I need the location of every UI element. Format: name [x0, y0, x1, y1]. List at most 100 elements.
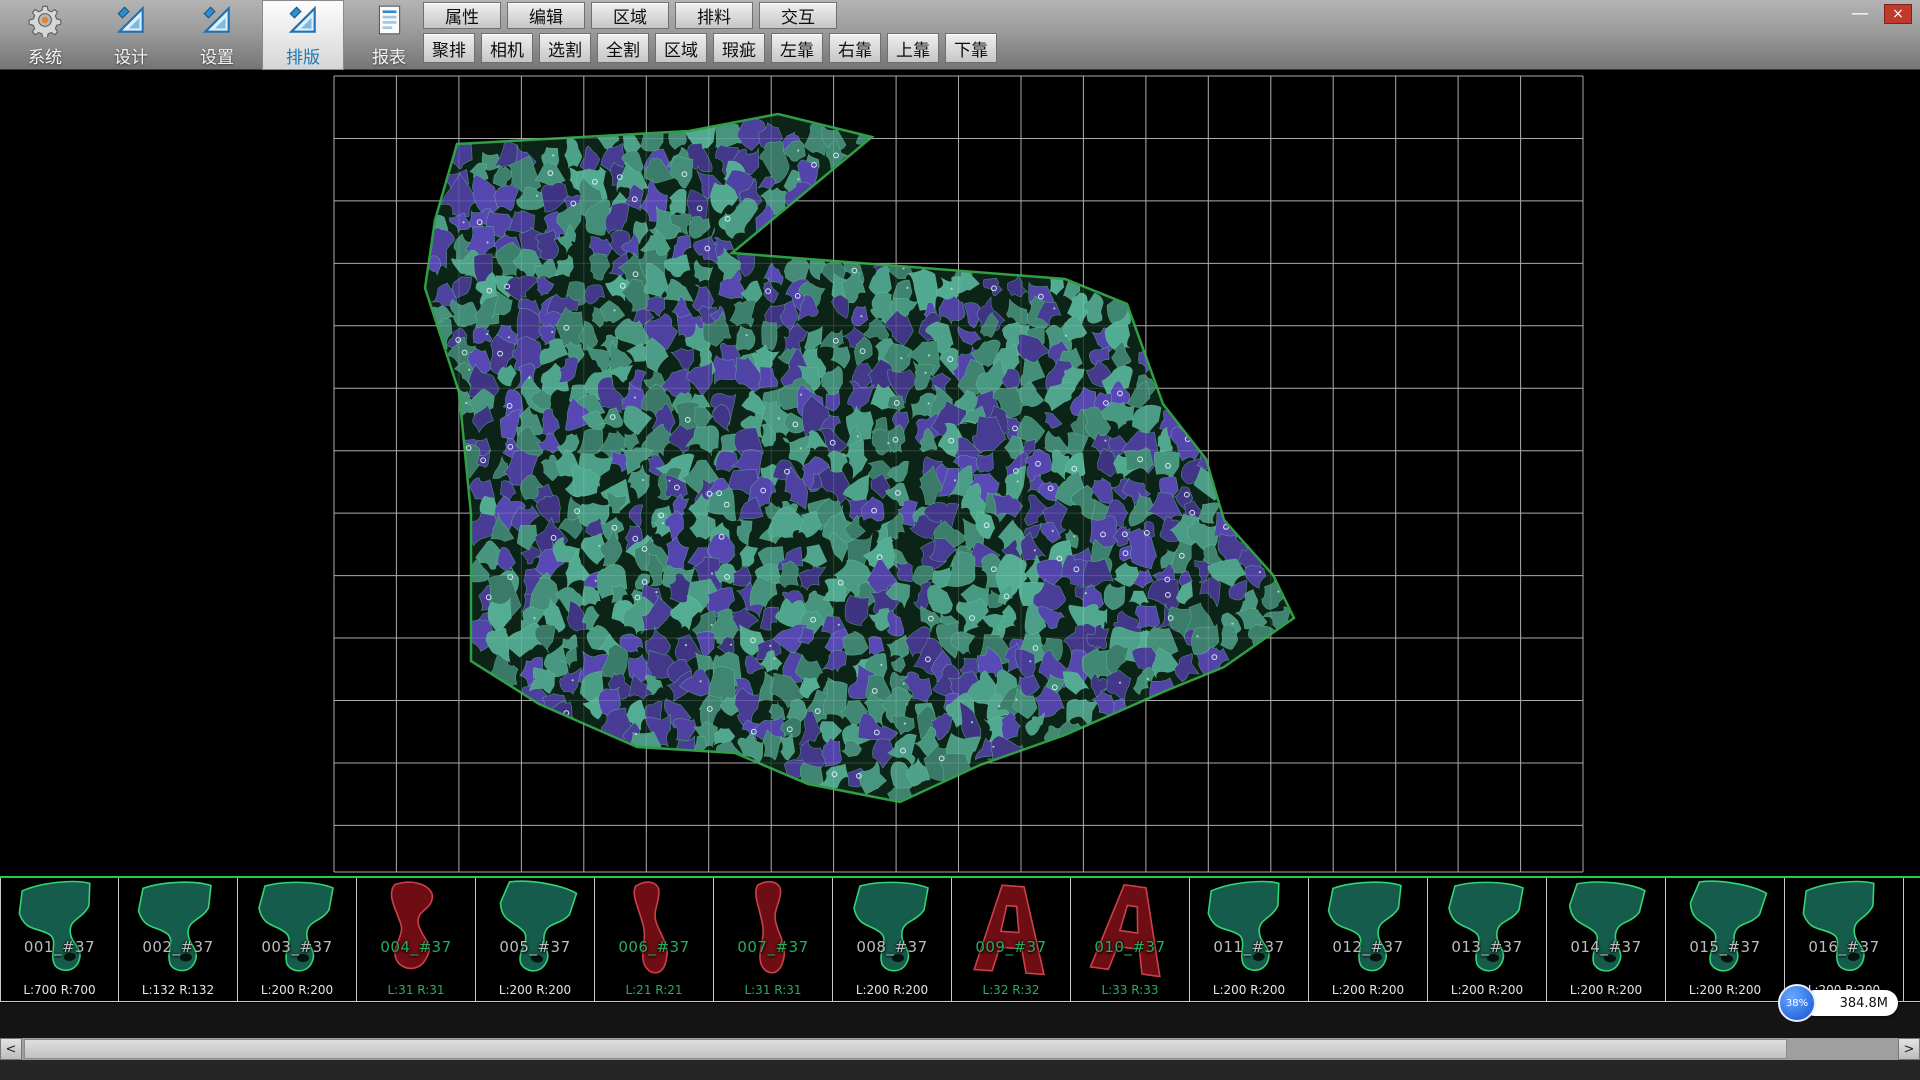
piece-name: 008_#37 — [833, 938, 951, 956]
tool-region-button[interactable]: 区域 — [655, 33, 707, 63]
app-window: 系统设计设置排版报表 属性编辑区域排料交互 聚排相机选割全割区域瑕疵左靠右靠上靠… — [0, 0, 1920, 1080]
piece-lr-count: L:33 R:33 — [1071, 983, 1189, 997]
status-bar — [0, 1003, 1920, 1038]
memory-pill: 384.8M — [1802, 990, 1898, 1016]
report-icon — [372, 3, 406, 41]
piece-name: 006_#37 — [595, 938, 713, 956]
tab-label-settings: 设置 — [200, 43, 234, 68]
tool-cut-all-button[interactable]: 全割 — [597, 33, 649, 63]
nesting-canvas[interactable] — [0, 70, 1920, 876]
design-icon — [114, 3, 148, 41]
piece-thumb-006_#37[interactable]: 006_#37 L:21 R:21 — [595, 878, 714, 1001]
tab-label-design: 设计 — [114, 43, 148, 68]
piece-lr-count: L:132 R:132 — [119, 983, 237, 997]
tool-snap-top-button[interactable]: 上靠 — [887, 33, 939, 63]
scroll-right-button[interactable]: > — [1898, 1038, 1920, 1060]
menus: 属性编辑区域排料交互 聚排相机选割全割区域瑕疵左靠右靠上靠下靠 — [420, 0, 1000, 65]
piece-thumb-001_#37[interactable]: 001_#37 L:700 R:700 — [0, 878, 119, 1001]
piece-lr-count: L:200 R:200 — [1309, 983, 1427, 997]
piece-name: 001_#37 — [1, 938, 118, 956]
tool-camera-button[interactable]: 相机 — [481, 33, 533, 63]
tab-system[interactable]: 系统 — [4, 0, 86, 70]
progress-value: 38% — [1786, 998, 1808, 1009]
menu-properties-button[interactable]: 属性 — [423, 2, 501, 29]
app-tabs: 系统 设计 设置 排版 报表 — [4, 0, 434, 70]
tool-snap-bottom-button[interactable]: 下靠 — [945, 33, 997, 63]
piece-lr-count: L:31 R:31 — [714, 983, 832, 997]
piece-name: 005_#37 — [476, 938, 594, 956]
piece-name: 002_#37 — [119, 938, 237, 956]
piece-lr-count: L:200 R:200 — [1428, 983, 1546, 997]
piece-thumb-008_#37[interactable]: 008_#37 L:200 R:200 — [833, 878, 952, 1001]
piece-thumb-007_#37[interactable]: 007_#37 L:31 R:31 — [714, 878, 833, 1001]
piece-thumb-012_#37[interactable]: 012_#37 L:200 R:200 — [1309, 878, 1428, 1001]
menu-region-button[interactable]: 区域 — [591, 2, 669, 29]
memory-value: 384.8M — [1840, 996, 1888, 1011]
piece-lr-count: L:32 R:32 — [952, 983, 1070, 997]
piece-lr-count: L:700 R:700 — [1, 983, 118, 997]
toolbar: 系统设计设置排版报表 属性编辑区域排料交互 聚排相机选割全割区域瑕疵左靠右靠上靠… — [0, 0, 1920, 70]
close-button[interactable]: × — [1884, 4, 1912, 24]
tab-label-layout: 排版 — [286, 43, 320, 68]
piece-name: 003_#37 — [238, 938, 356, 956]
piece-thumb-011_#37[interactable]: 011_#37 L:200 R:200 — [1190, 878, 1309, 1001]
tab-design[interactable]: 设计 — [90, 0, 172, 70]
piece-thumb-014_#37[interactable]: 014_#37 L:200 R:200 — [1547, 878, 1666, 1001]
tool-defect-button[interactable]: 瑕疵 — [713, 33, 765, 63]
piece-name: 009_#37 — [952, 938, 1070, 956]
piece-name: 004_#37 — [357, 938, 475, 956]
menu-row-1: 属性编辑区域排料交互 — [420, 0, 1000, 31]
window-controls: — × — [1848, 3, 1912, 24]
tool-select-cut-button[interactable]: 选割 — [539, 33, 591, 63]
piece-thumb-013_#37[interactable]: 013_#37 L:200 R:200 — [1428, 878, 1547, 1001]
piece-lr-count: L:200 R:200 — [1190, 983, 1308, 997]
scrollbar-thumb[interactable] — [24, 1039, 1787, 1059]
piece-lr-count: L:31 R:31 — [357, 983, 475, 997]
piece-lr-count: L:200 R:200 — [833, 983, 951, 997]
piece-name: 011_#37 — [1190, 938, 1308, 956]
tab-label-system: 系统 — [28, 43, 62, 68]
piece-name: 013_#37 — [1428, 938, 1546, 956]
piece-thumb-004_#37[interactable]: 004_#37 L:31 R:31 — [357, 878, 476, 1001]
piece-thumb-003_#37[interactable]: 003_#37 L:200 R:200 — [238, 878, 357, 1001]
tab-label-report: 报表 — [372, 43, 406, 68]
menu-edit-button[interactable]: 编辑 — [507, 2, 585, 29]
tab-settings[interactable]: 设置 — [176, 0, 258, 70]
tab-layout[interactable]: 排版 — [262, 0, 344, 70]
piece-thumb-016_#37[interactable]: 016_#37L:200 R:200 — [1785, 878, 1904, 1001]
menu-row-2: 聚排相机选割全割区域瑕疵左靠右靠上靠下靠 — [420, 31, 1000, 65]
piece-name: 015_#37 — [1666, 938, 1784, 956]
piece-thumb-015_#37[interactable]: 015_#37 L:200 R:200 — [1666, 878, 1785, 1001]
window-bottom-edge — [0, 1060, 1920, 1080]
piece-lr-count: L:200 R:200 — [238, 983, 356, 997]
piece-thumb-002_#37[interactable]: 002_#37 L:132 R:132 — [119, 878, 238, 1001]
menu-nesting-button[interactable]: 排料 — [675, 2, 753, 29]
piece-thumb-009_#37[interactable]: 009_#37 L:32 R:32 — [952, 878, 1071, 1001]
piece-lr-count: L:200 R:200 — [476, 983, 594, 997]
pieces-strip: 001_#37L:700 R:700002_#37L:132 R:132003_… — [0, 876, 1920, 1002]
minimize-button[interactable]: — — [1848, 3, 1872, 24]
piece-lr-count: L:200 R:200 — [1666, 983, 1784, 997]
memory-badge: 384.8M 38% — [1778, 984, 1898, 1022]
gear-icon — [28, 3, 62, 41]
tool-snap-left-button[interactable]: 左靠 — [771, 33, 823, 63]
settings-icon — [200, 3, 234, 41]
piece-thumb-010_#37[interactable]: 010_#37 L:33 R:33 — [1071, 878, 1190, 1001]
tab-report[interactable]: 报表 — [348, 0, 430, 70]
scroll-left-button[interactable]: < — [0, 1038, 22, 1060]
horizontal-scrollbar[interactable]: < > — [0, 1038, 1920, 1060]
piece-name: 014_#37 — [1547, 938, 1665, 956]
piece-lr-count: L:21 R:21 — [595, 983, 713, 997]
piece-name: 010_#37 — [1071, 938, 1189, 956]
tool-snap-right-button[interactable]: 右靠 — [829, 33, 881, 63]
piece-thumb-005_#37[interactable]: 005_#37 L:200 R:200 — [476, 878, 595, 1001]
layout-icon — [286, 3, 320, 41]
tool-cluster-nest-button[interactable]: 聚排 — [423, 33, 475, 63]
nesting-canvas-svg — [0, 70, 1920, 876]
progress-circle: 38% — [1778, 984, 1816, 1022]
piece-lr-count: L:200 R:200 — [1547, 983, 1665, 997]
menu-interact-button[interactable]: 交互 — [759, 2, 837, 29]
scrollbar-track[interactable] — [22, 1038, 1898, 1060]
piece-name: 012_#37 — [1309, 938, 1427, 956]
piece-name: 007_#37 — [714, 938, 832, 956]
